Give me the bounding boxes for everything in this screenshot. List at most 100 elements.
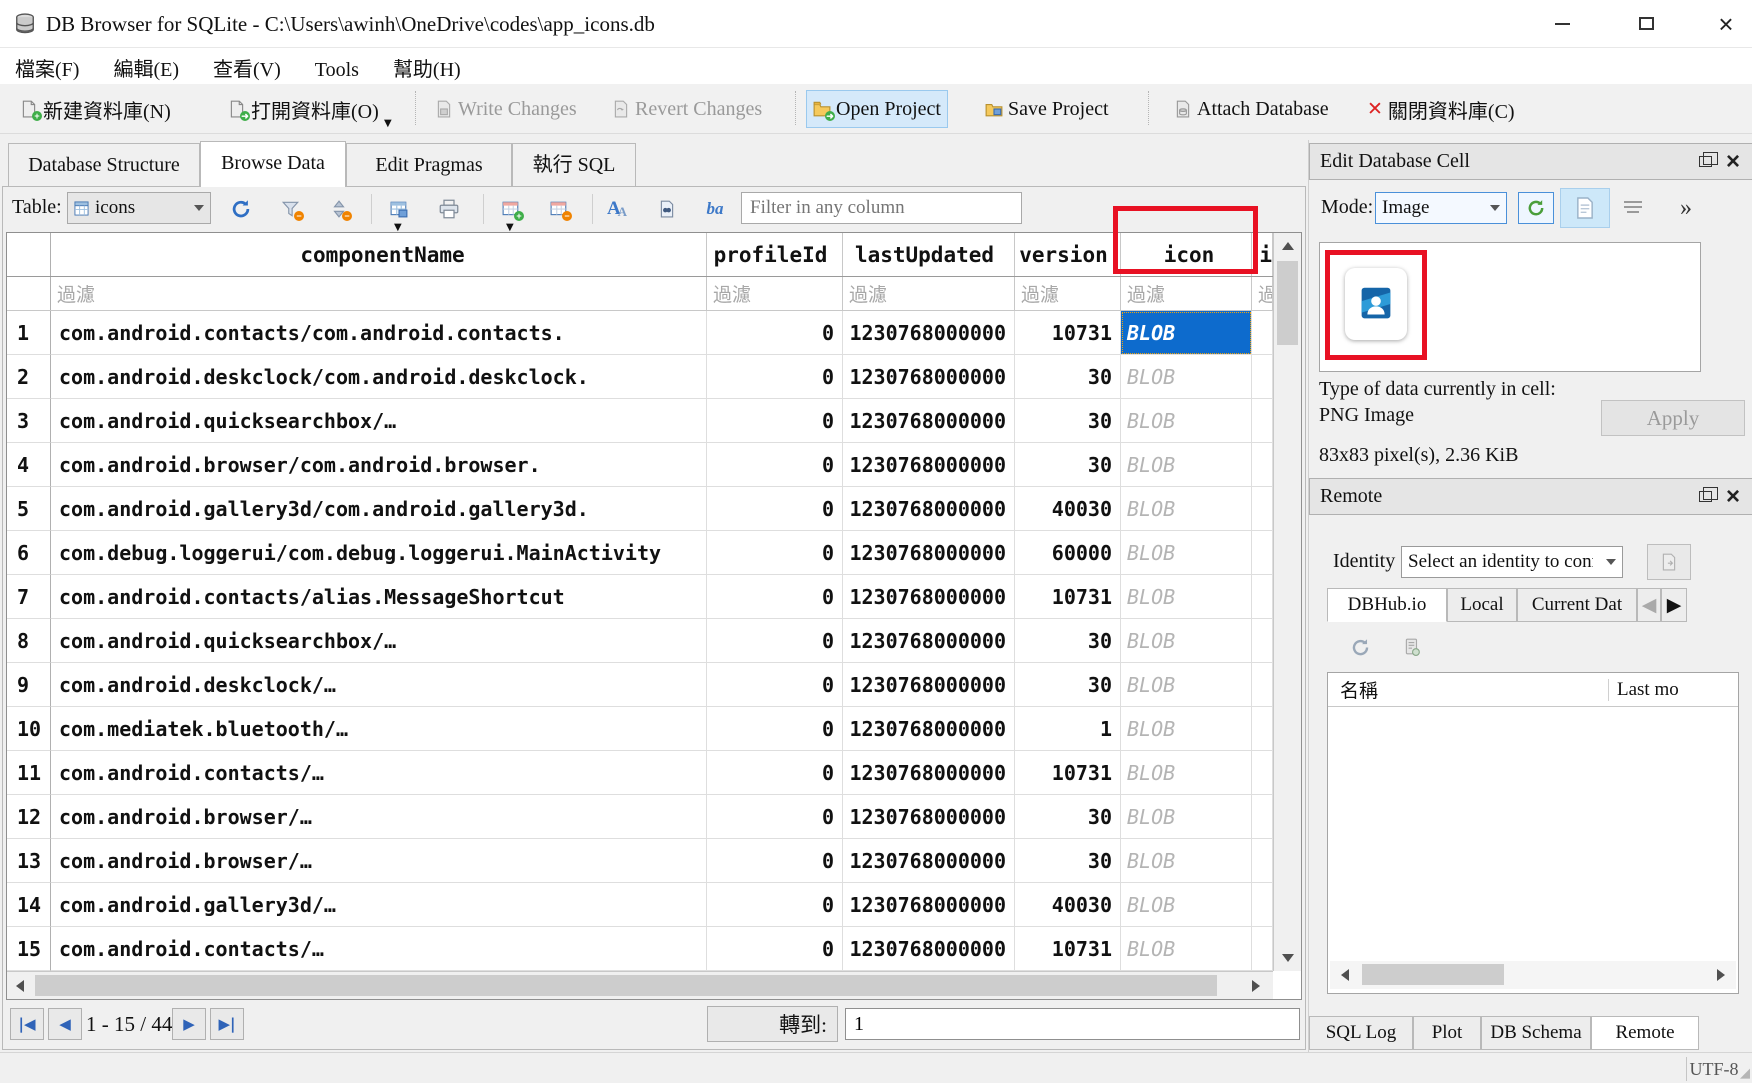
row-number[interactable]: 5 (7, 487, 51, 531)
cell-componentName[interactable]: com.android.browser/… (51, 839, 707, 883)
scroll-left-button[interactable] (7, 972, 33, 999)
remote-tab-dbhub[interactable]: DBHub.io (1327, 588, 1447, 622)
cell-profileId[interactable]: 0 (707, 751, 843, 795)
cell-lastUpdated[interactable]: 1230768000000 (843, 707, 1015, 751)
scroll-left-button[interactable] (1332, 961, 1358, 988)
prev-page-button[interactable]: ◀ (48, 1008, 82, 1040)
filter-componentName[interactable]: 過濾 (51, 277, 707, 310)
cell-componentName[interactable]: com.android.deskclock/… (51, 663, 707, 707)
cell-componentName[interactable]: com.android.browser/com.android.browser. (51, 443, 707, 487)
close-database-button[interactable]: ✕ 關閉資料庫(C) (1361, 90, 1521, 128)
row-number[interactable]: 11 (7, 751, 51, 795)
cell-componentName[interactable]: com.android.gallery3d/com.android.galler… (51, 487, 707, 531)
table-selector-combobox[interactable]: icons (67, 192, 211, 224)
last-page-button[interactable]: ▶| (210, 1008, 244, 1040)
resize-grip[interactable]: ◢ (1740, 1065, 1750, 1081)
goto-record-input[interactable] (845, 1008, 1300, 1040)
remote-list-scrollbar[interactable] (1330, 961, 1736, 989)
cell-version[interactable]: 30 (1015, 443, 1121, 487)
cell-icon[interactable]: BLOB (1121, 619, 1252, 663)
cell-version[interactable]: 60000 (1015, 531, 1121, 575)
cell-version[interactable]: 10731 (1015, 575, 1121, 619)
cell-icon[interactable]: BLOB (1121, 839, 1252, 883)
scroll-right-button[interactable] (1708, 961, 1734, 988)
horizontal-scrollbar[interactable] (7, 971, 1273, 999)
cell-partial[interactable] (1252, 707, 1273, 751)
row-number[interactable]: 2 (7, 355, 51, 399)
cell-partial[interactable] (1252, 795, 1273, 839)
row-number[interactable]: 14 (7, 883, 51, 927)
cell-partial[interactable] (1252, 311, 1273, 355)
filter-lastUpdated[interactable]: 過濾 (843, 277, 1015, 310)
cell-profileId[interactable]: 0 (707, 487, 843, 531)
dock-tab-plot[interactable]: Plot (1413, 1016, 1481, 1050)
menu-edit[interactable]: 編輯(E) (98, 48, 194, 87)
cell-lastUpdated[interactable]: 1230768000000 (843, 443, 1015, 487)
cell-partial[interactable] (1252, 355, 1273, 399)
menu-help[interactable]: 幫助(H) (378, 48, 476, 87)
insert-record-button[interactable]: + ▼ (498, 196, 524, 222)
attach-database-button[interactable]: Attach Database (1168, 90, 1335, 128)
row-number[interactable]: 12 (7, 795, 51, 839)
menu-tools[interactable]: Tools (300, 54, 374, 87)
new-database-button[interactable]: + 新建資料庫(N) (14, 90, 177, 128)
save-project-button[interactable]: Save Project (979, 90, 1115, 128)
cell-profileId[interactable]: 0 (707, 311, 843, 355)
refresh-button[interactable] (228, 196, 254, 222)
save-table-button[interactable]: ▼ (386, 196, 412, 222)
header-corner[interactable] (7, 233, 51, 276)
open-database-dropdown-icon[interactable]: ▼ (384, 118, 392, 129)
cell-version[interactable]: 10731 (1015, 311, 1121, 355)
filter-version[interactable]: 過濾 (1015, 277, 1121, 310)
cell-componentName[interactable]: com.android.quicksearchbox/… (51, 619, 707, 663)
cell-profileId[interactable]: 0 (707, 443, 843, 487)
row-number[interactable]: 15 (7, 927, 51, 971)
cell-lastUpdated[interactable]: 1230768000000 (843, 399, 1015, 443)
cell-partial[interactable] (1252, 575, 1273, 619)
cell-icon[interactable]: BLOB (1121, 883, 1252, 927)
vertical-scroll-thumb[interactable] (1277, 261, 1298, 345)
row-number[interactable]: 9 (7, 663, 51, 707)
cell-icon[interactable]: BLOB (1121, 531, 1252, 575)
tab-browse-data[interactable]: Browse Data (200, 141, 346, 187)
cell-componentName[interactable]: com.android.deskclock/com.android.deskcl… (51, 355, 707, 399)
cell-icon[interactable]: BLOB (1121, 663, 1252, 707)
text-view-button[interactable] (1560, 188, 1610, 228)
horizontal-scroll-thumb[interactable] (35, 975, 1217, 996)
scroll-down-button[interactable] (1274, 945, 1301, 971)
cell-icon[interactable]: BLOB (1121, 927, 1252, 971)
cell-profileId[interactable]: 0 (707, 663, 843, 707)
cell-componentName[interactable]: com.android.gallery3d/… (51, 883, 707, 927)
delete-record-button[interactable]: − (546, 196, 572, 222)
remote-tab-local[interactable]: Local (1447, 588, 1517, 622)
scroll-up-button[interactable] (1274, 233, 1301, 259)
cell-lastUpdated[interactable]: 1230768000000 (843, 927, 1015, 971)
remote-refresh-button[interactable] (1347, 634, 1373, 660)
vertical-scrollbar[interactable] (1273, 233, 1301, 971)
cell-version[interactable]: 40030 (1015, 487, 1121, 531)
tab-execute-sql[interactable]: 執行 SQL (512, 143, 636, 186)
cell-lastUpdated[interactable]: 1230768000000 (843, 883, 1015, 927)
remote-list-scroll-thumb[interactable] (1362, 964, 1504, 985)
maximize-button[interactable] (1622, 0, 1670, 47)
column-header-componentName[interactable]: componentName (51, 233, 707, 276)
cell-componentName[interactable]: com.debug.loggerui/com.debug.loggerui.Ma… (51, 531, 707, 575)
revert-changes-button[interactable]: Revert Changes (606, 90, 768, 128)
remote-clone-button[interactable] (1399, 634, 1425, 660)
remote-list-column-lastmodified[interactable]: Last mo (1608, 679, 1738, 701)
row-number[interactable]: 7 (7, 575, 51, 619)
auto-mode-button[interactable] (1518, 192, 1554, 224)
cell-icon[interactable]: BLOB (1121, 751, 1252, 795)
cell-version[interactable]: 40030 (1015, 883, 1121, 927)
column-header-partial[interactable]: i (1252, 233, 1273, 276)
cell-version[interactable]: 10731 (1015, 927, 1121, 971)
cell-version[interactable]: 30 (1015, 399, 1121, 443)
menu-view[interactable]: 查看(V) (198, 48, 296, 87)
row-number[interactable]: 8 (7, 619, 51, 663)
cell-lastUpdated[interactable]: 1230768000000 (843, 619, 1015, 663)
clone-database-button[interactable] (1647, 544, 1691, 580)
cell-icon[interactable]: BLOB (1121, 443, 1252, 487)
column-header-profileId[interactable]: profileId (707, 233, 843, 276)
cell-icon[interactable]: BLOB (1121, 487, 1252, 531)
cell-componentName[interactable]: com.android.contacts/… (51, 751, 707, 795)
